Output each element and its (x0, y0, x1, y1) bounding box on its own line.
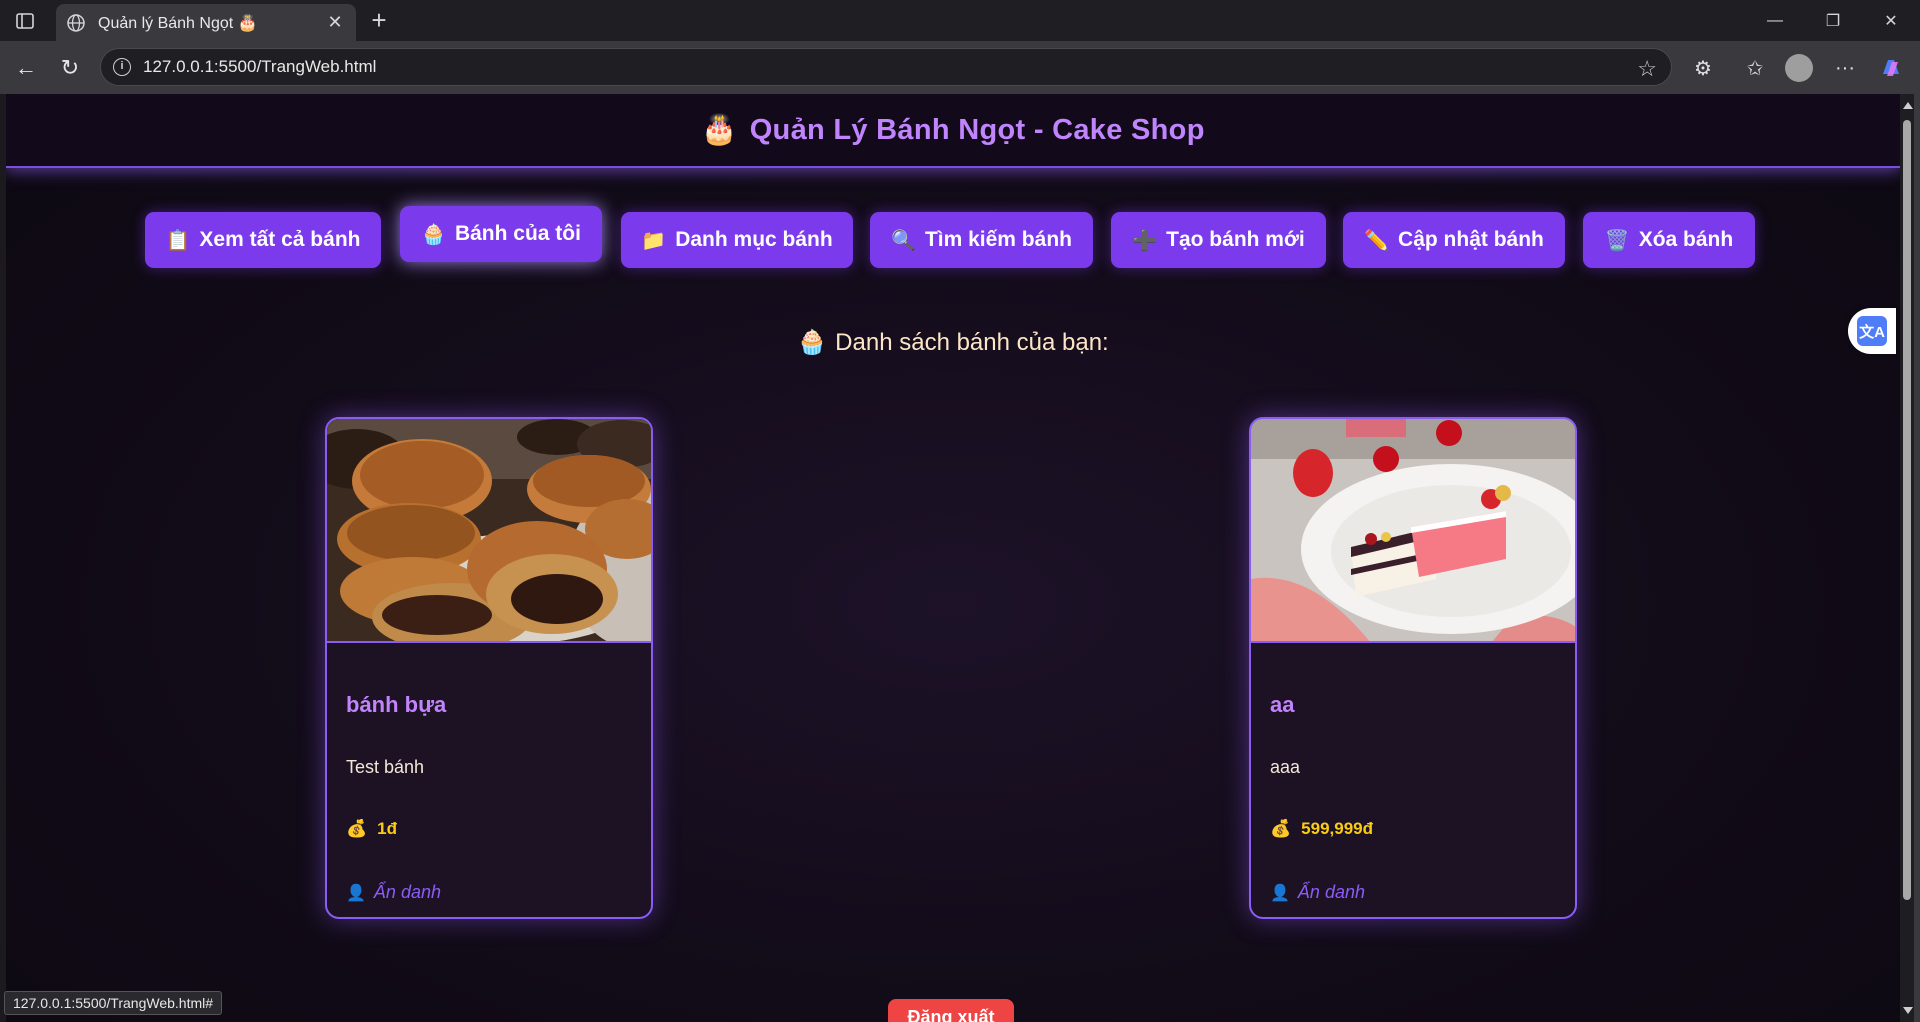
cake-description: Test bánh (346, 757, 425, 777)
cake-description: aaa (1270, 757, 1301, 777)
cake-image (1251, 419, 1575, 643)
cake-price: 💰 1đ (346, 819, 398, 838)
scroll-thumb[interactable] (1903, 120, 1911, 900)
extensions-icon[interactable]: ⚙ (1688, 53, 1718, 83)
update-cake-button[interactable]: ✏️ Cập nhật bánh (1343, 212, 1565, 268)
cake-image (327, 419, 651, 643)
cake-price: 💰 599,999đ (1270, 819, 1374, 838)
folder-icon: 📁 (641, 229, 667, 252)
page-scrollbar[interactable] (1900, 94, 1914, 1022)
url-text[interactable]: 127.0.0.1:5500/TrangWeb.html (143, 57, 376, 77)
close-tab-icon[interactable]: ✕ (324, 12, 346, 33)
person-icon: 👤 (346, 884, 366, 902)
page-title: 🎂 Quản Lý Bánh Ngọt - Cake Shop (701, 114, 1205, 146)
tab-actions-icon[interactable] (12, 9, 38, 33)
tab-title: Quản lý Bánh Ngọt 🎂 (98, 14, 258, 32)
new-tab-icon[interactable]: + (364, 6, 394, 36)
reload-icon[interactable]: ↻ (56, 54, 84, 82)
window-controls: — ❐ ✕ (1746, 0, 1920, 41)
cake-categories-button[interactable]: 📁 Danh mục bánh (621, 212, 853, 268)
cake-card[interactable]: bánh bựa Test bánh 💰 1đ 👤 Ẩn danh (325, 417, 653, 919)
translate-icon: 文A (1857, 316, 1887, 346)
main-menu: 📋 Xem tất cả bánh 🧁 Bánh của tôi 📁 Danh mục… (6, 206, 1900, 268)
cake-name: aa (1270, 692, 1295, 717)
profile-icon[interactable] (1784, 53, 1814, 83)
search-icon: 🔍 (891, 229, 916, 252)
cake-name: bánh bựa (346, 692, 447, 717)
cupcake-icon: 🧁 (797, 329, 828, 356)
scroll-up-icon[interactable] (1903, 102, 1913, 109)
favorite-star-icon[interactable]: ☆ (1637, 56, 1657, 82)
minimize-icon[interactable]: — (1746, 0, 1804, 41)
view-all-cakes-button[interactable]: 📋 Xem tất cả bánh (145, 212, 381, 268)
section-title: 🧁 Danh sách bánh của bạn: (797, 329, 1109, 356)
browser-tab[interactable]: Quản lý Bánh Ngọt 🎂 ✕ (56, 4, 356, 41)
restore-icon[interactable]: ❐ (1804, 0, 1862, 41)
back-icon[interactable]: ← (12, 54, 40, 82)
browser-edge (1914, 94, 1920, 1022)
pencil-icon: ✏️ (1364, 229, 1390, 252)
status-url-tooltip: 127.0.0.1:5500/TrangWeb.html# (4, 991, 223, 1015)
person-icon: 👤 (1270, 884, 1290, 902)
cake-author: 👤 Ẩn danh (346, 882, 441, 902)
page-viewport: 🎂 Quản Lý Bánh Ngọt - Cake Shop 📋 Xem tất … (6, 94, 1900, 1022)
trash-icon: 🗑️ (1604, 229, 1630, 252)
cake-card[interactable]: aa aaa 💰 599,999đ 👤 Ẩn danh (1249, 417, 1577, 919)
favorites-icon[interactable]: ✩ (1740, 53, 1770, 83)
search-cakes-button[interactable]: 🔍 Tìm kiếm bánh (870, 212, 1093, 268)
money-bag-icon: 💰 (346, 819, 368, 838)
browser-tab-bar: Quản lý Bánh Ngọt 🎂 ✕ + — ❐ ✕ (0, 0, 1920, 41)
cake-icon: 🎂 (701, 114, 738, 146)
money-bag-icon: 💰 (1270, 819, 1292, 838)
scroll-down-icon[interactable] (1903, 1007, 1913, 1014)
site-info-icon[interactable]: i (113, 58, 131, 76)
page-header: 🎂 Quản Lý Bánh Ngọt - Cake Shop (6, 94, 1900, 168)
clipboard-icon: 📋 (165, 229, 191, 252)
plus-icon: ➕ (1132, 229, 1158, 252)
cupcake-icon: 🧁 (421, 223, 446, 246)
close-window-icon[interactable]: ✕ (1862, 0, 1920, 41)
address-toolbar: ← ↻ i 127.0.0.1:5500/TrangWeb.html ☆ ⚙ ✩… (0, 41, 1920, 94)
delete-cake-button[interactable]: 🗑️ Xóa bánh (1583, 212, 1755, 268)
cake-author: 👤 Ẩn danh (1270, 882, 1365, 902)
translate-button[interactable]: 文A (1848, 308, 1896, 354)
create-cake-button[interactable]: ➕ Tạo bánh mới (1111, 212, 1326, 268)
my-cakes-button[interactable]: 🧁 Bánh của tôi (400, 206, 602, 262)
logout-button[interactable]: Đăng xuất (888, 999, 1014, 1022)
more-menu-icon[interactable]: ··· (1830, 53, 1860, 83)
address-bar[interactable]: i 127.0.0.1:5500/TrangWeb.html ☆ (100, 48, 1672, 86)
globe-icon (67, 13, 85, 32)
copilot-icon[interactable] (1876, 53, 1906, 83)
